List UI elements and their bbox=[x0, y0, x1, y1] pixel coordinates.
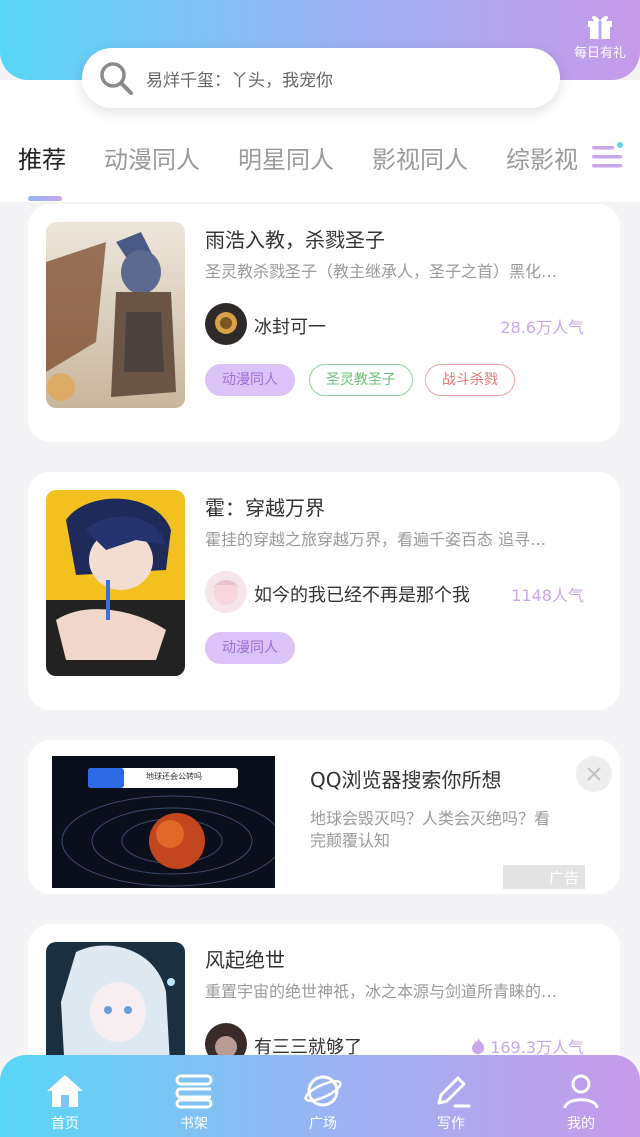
bookshelf-icon bbox=[175, 1074, 213, 1109]
gift-label: 每日有礼 bbox=[573, 46, 626, 61]
category-menu-button[interactable] bbox=[590, 140, 626, 176]
search-placeholder: 易烊千玺：丫头，我宠你 bbox=[146, 70, 333, 91]
book-card[interactable]: 雨浩入教，杀戮圣子 圣灵教杀戮圣子（教主继承人，圣子之首）黑化… 冰封可一 28… bbox=[28, 204, 620, 442]
search-icon bbox=[86, 48, 146, 108]
tab-variety-fanfic[interactable]: 综影视 bbox=[506, 140, 578, 175]
ad-badge: 广告 bbox=[503, 865, 585, 889]
nav-profile[interactable]: 我的 bbox=[546, 1073, 616, 1133]
avatar[interactable] bbox=[205, 303, 247, 345]
book-description: 重置宇宙的绝世神祇，冰之本源与剑道所青睐的… bbox=[205, 982, 558, 1001]
planet-icon bbox=[304, 1075, 342, 1107]
home-icon bbox=[47, 1075, 83, 1107]
menu-icon bbox=[592, 142, 623, 168]
category-tabs: 推荐 动漫同人 明星同人 影视同人 综影视 bbox=[0, 140, 640, 201]
tag-chip[interactable]: 动漫同人 bbox=[205, 364, 295, 396]
pen-icon bbox=[437, 1076, 471, 1108]
daily-gift-button[interactable]: 每日有礼 bbox=[570, 12, 630, 61]
nav-bookshelf[interactable]: 书架 bbox=[159, 1073, 229, 1133]
book-description: 圣灵教杀戮圣子（教主继承人，圣子之首）黑化… bbox=[205, 262, 558, 281]
tag-chip[interactable]: 战斗杀戮 bbox=[425, 364, 515, 396]
bottom-navigation: 首页 书架 广场 写作 我的 bbox=[0, 1055, 640, 1137]
avatar[interactable] bbox=[205, 571, 247, 613]
ad-image: 地球还会公转吗 bbox=[52, 756, 275, 888]
book-cover bbox=[46, 222, 185, 408]
popularity-count: 1148人气 bbox=[511, 586, 584, 605]
tab-anime-fanfic[interactable]: 动漫同人 bbox=[104, 140, 200, 175]
book-title: 风起绝世 bbox=[205, 948, 285, 972]
tab-film-fanfic[interactable]: 影视同人 bbox=[372, 140, 468, 175]
popularity-count: 28.6万人气 bbox=[500, 318, 584, 337]
book-title: 雨浩入教，杀戮圣子 bbox=[205, 228, 385, 252]
gift-icon bbox=[588, 16, 612, 39]
nav-label: 首页 bbox=[51, 1116, 79, 1132]
search-bar[interactable]: 易烊千玺：丫头，我宠你 bbox=[82, 48, 560, 108]
nav-label: 书架 bbox=[180, 1116, 208, 1132]
book-cover bbox=[46, 490, 185, 676]
close-icon bbox=[587, 767, 601, 781]
nav-home[interactable]: 首页 bbox=[30, 1073, 100, 1133]
tag-chip[interactable]: 动漫同人 bbox=[205, 632, 295, 664]
book-title: 霍：穿越万界 bbox=[205, 496, 325, 520]
author-name[interactable]: 如今的我已经不再是那个我 bbox=[254, 581, 470, 607]
ad-description: 地球会毁灭吗？人类会灭绝吗？看完颠覆认知 bbox=[310, 809, 551, 850]
nav-plaza[interactable]: 广场 bbox=[288, 1073, 358, 1133]
ad-close-button[interactable] bbox=[576, 756, 612, 792]
active-tab-indicator bbox=[28, 196, 62, 201]
ad-image-search-text: 地球还会公转吗 bbox=[146, 772, 202, 781]
tag-chip[interactable]: 圣灵教圣子 bbox=[309, 364, 413, 396]
tab-recommend[interactable]: 推荐 bbox=[18, 140, 66, 175]
tab-star-fanfic[interactable]: 明星同人 bbox=[238, 140, 334, 175]
ad-card[interactable]: 地球还会公转吗 QQ浏览器搜索你所想 地球会毁灭吗？人类会灭绝吗？看完颠覆认知 … bbox=[28, 740, 620, 894]
author-name[interactable]: 冰封可一 bbox=[254, 313, 326, 339]
nav-label: 写作 bbox=[437, 1116, 465, 1132]
ad-title: QQ浏览器搜索你所想 bbox=[310, 768, 502, 792]
book-card[interactable]: 霍：穿越万界 霍挂的穿越之旅穿越万界，看遍千姿百态 追寻… 如今的我已经不再是那… bbox=[28, 472, 620, 710]
fire-icon bbox=[472, 1038, 485, 1054]
user-icon bbox=[563, 1074, 599, 1109]
ad-badge-label: 广告 bbox=[548, 868, 579, 887]
nav-label: 我的 bbox=[567, 1116, 595, 1132]
nav-write[interactable]: 写作 bbox=[416, 1073, 486, 1133]
book-description: 霍挂的穿越之旅穿越万界，看遍千姿百态 追寻… bbox=[205, 530, 547, 549]
nav-label: 广场 bbox=[309, 1116, 337, 1132]
